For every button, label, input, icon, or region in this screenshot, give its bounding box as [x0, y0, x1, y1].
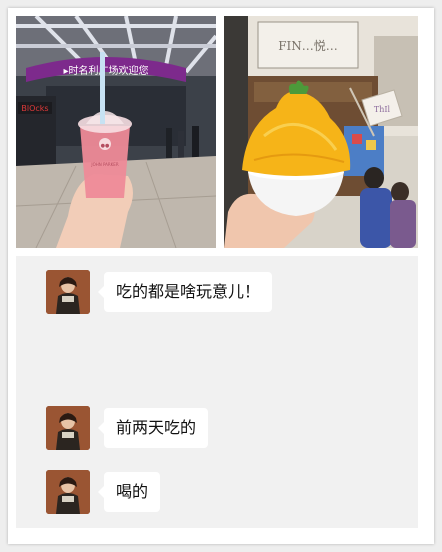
photo-pink-drink: ▸时名利广场欢迎您 BlOcks ●● JOHN PARKER [16, 16, 216, 248]
chat-message: 吃的都是啥玩意儿！ [16, 270, 418, 318]
cup-logo-text: ●● [101, 143, 110, 149]
message-bubble[interactable]: 前两天吃的 [97, 408, 209, 448]
avatar[interactable] [46, 406, 90, 450]
message-bubble[interactable]: 吃的都是啥玩意儿！ [97, 272, 273, 312]
avatar-photo-icon [46, 270, 90, 314]
chat-screenshot: 吃的都是啥玩意儿！ 前两天吃的 喝的 [16, 256, 418, 528]
avatar[interactable] [46, 270, 90, 314]
photo-mango-shaved-ice: FIN…悦… ThIl [224, 16, 418, 248]
avatar-photo-icon [46, 470, 90, 514]
avatar-photo-icon [46, 406, 90, 450]
shop-sign-text: BlOcks [21, 104, 48, 113]
cup-label-text: JOHN PARKER [90, 162, 118, 167]
avatar[interactable] [46, 470, 90, 514]
chat-message: 喝的 [16, 470, 418, 518]
shop-sign-text-right: FIN…悦… [278, 39, 338, 53]
chat-message: 前两天吃的 [16, 406, 418, 454]
message-bubble[interactable]: 喝的 [97, 472, 161, 512]
flag-text: ThIl [374, 105, 391, 114]
mall-sign-text: ▸时名利广场欢迎您 [63, 64, 148, 77]
